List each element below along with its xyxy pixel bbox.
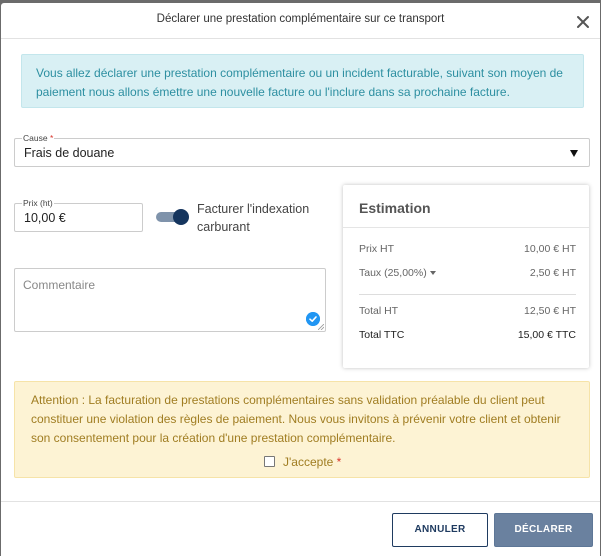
prix-ht-label: Prix HT (359, 243, 394, 255)
required-marker: * (49, 133, 54, 143)
footer-divider (1, 501, 600, 502)
checkbox-box[interactable] (264, 456, 275, 467)
total-ht-value: 12,50 € HT (524, 305, 576, 317)
total-ttc-label: Total TTC (359, 329, 405, 341)
info-text: Vous allez déclarer une prestation compl… (36, 66, 563, 99)
estimation-row-prix-ht: Prix HT 10,00 € HT (359, 243, 576, 257)
comment-placeholder: Commentaire (23, 278, 96, 292)
close-icon[interactable] (574, 13, 592, 31)
estimation-row-taux: Taux (25,00%) 2,50 € HT (359, 267, 576, 281)
cause-label-text: Cause (23, 133, 48, 143)
comment-textarea[interactable]: Commentaire (14, 268, 326, 332)
fuel-indexation-toggle[interactable] (156, 209, 190, 225)
required-marker: * (336, 455, 342, 469)
warning-text: Attention : La facturation de prestation… (31, 393, 561, 445)
submit-button[interactable]: DÉCLARER (494, 513, 593, 547)
modal-header: Déclarer une prestation complémentaire s… (1, 3, 600, 39)
estimation-divider-total (359, 294, 576, 295)
price-label: Prix (ht) (22, 198, 54, 208)
info-banner: Vous allez déclarer une prestation compl… (21, 54, 584, 108)
estimation-divider (343, 227, 589, 228)
cause-value: Frais de douane (24, 146, 115, 160)
accept-label-text: J'accepte (283, 455, 334, 469)
toggle-knob (173, 209, 189, 225)
total-ttc-value: 15,00 € TTC (517, 329, 576, 341)
prix-ht-value: 10,00 € HT (524, 243, 576, 255)
total-ht-label: Total HT (359, 305, 399, 317)
modal-dialog: Déclarer une prestation complémentaire s… (1, 3, 600, 556)
caret-down-icon (570, 150, 578, 157)
accept-label: J'accepte * (283, 455, 341, 469)
estimation-row-total-ht: Total HT 12,50 € HT (359, 305, 576, 319)
fuel-indexation-label: Facturer l'indexation carburant (197, 202, 310, 234)
estimation-row-total-ttc: Total TTC 15,00 € TTC (359, 329, 576, 343)
taux-label: Taux (25,00%) (359, 267, 427, 279)
taux-selector[interactable]: Taux (25,00%) (359, 267, 436, 279)
cause-select[interactable]: Frais de douane (14, 138, 590, 167)
caret-down-icon (429, 271, 436, 276)
estimation-title: Estimation (359, 200, 431, 216)
resize-handle-icon[interactable] (318, 324, 324, 330)
estimation-card: Estimation Prix HT 10,00 € HT Taux (25,0… (343, 185, 589, 368)
cause-label: Cause * (22, 133, 55, 143)
price-value: 10,00 € (24, 211, 66, 225)
taux-value: 2,50 € HT (529, 267, 576, 279)
cancel-button[interactable]: ANNULER (392, 513, 488, 547)
modal-title: Déclarer une prestation complémentaire s… (156, 13, 445, 25)
